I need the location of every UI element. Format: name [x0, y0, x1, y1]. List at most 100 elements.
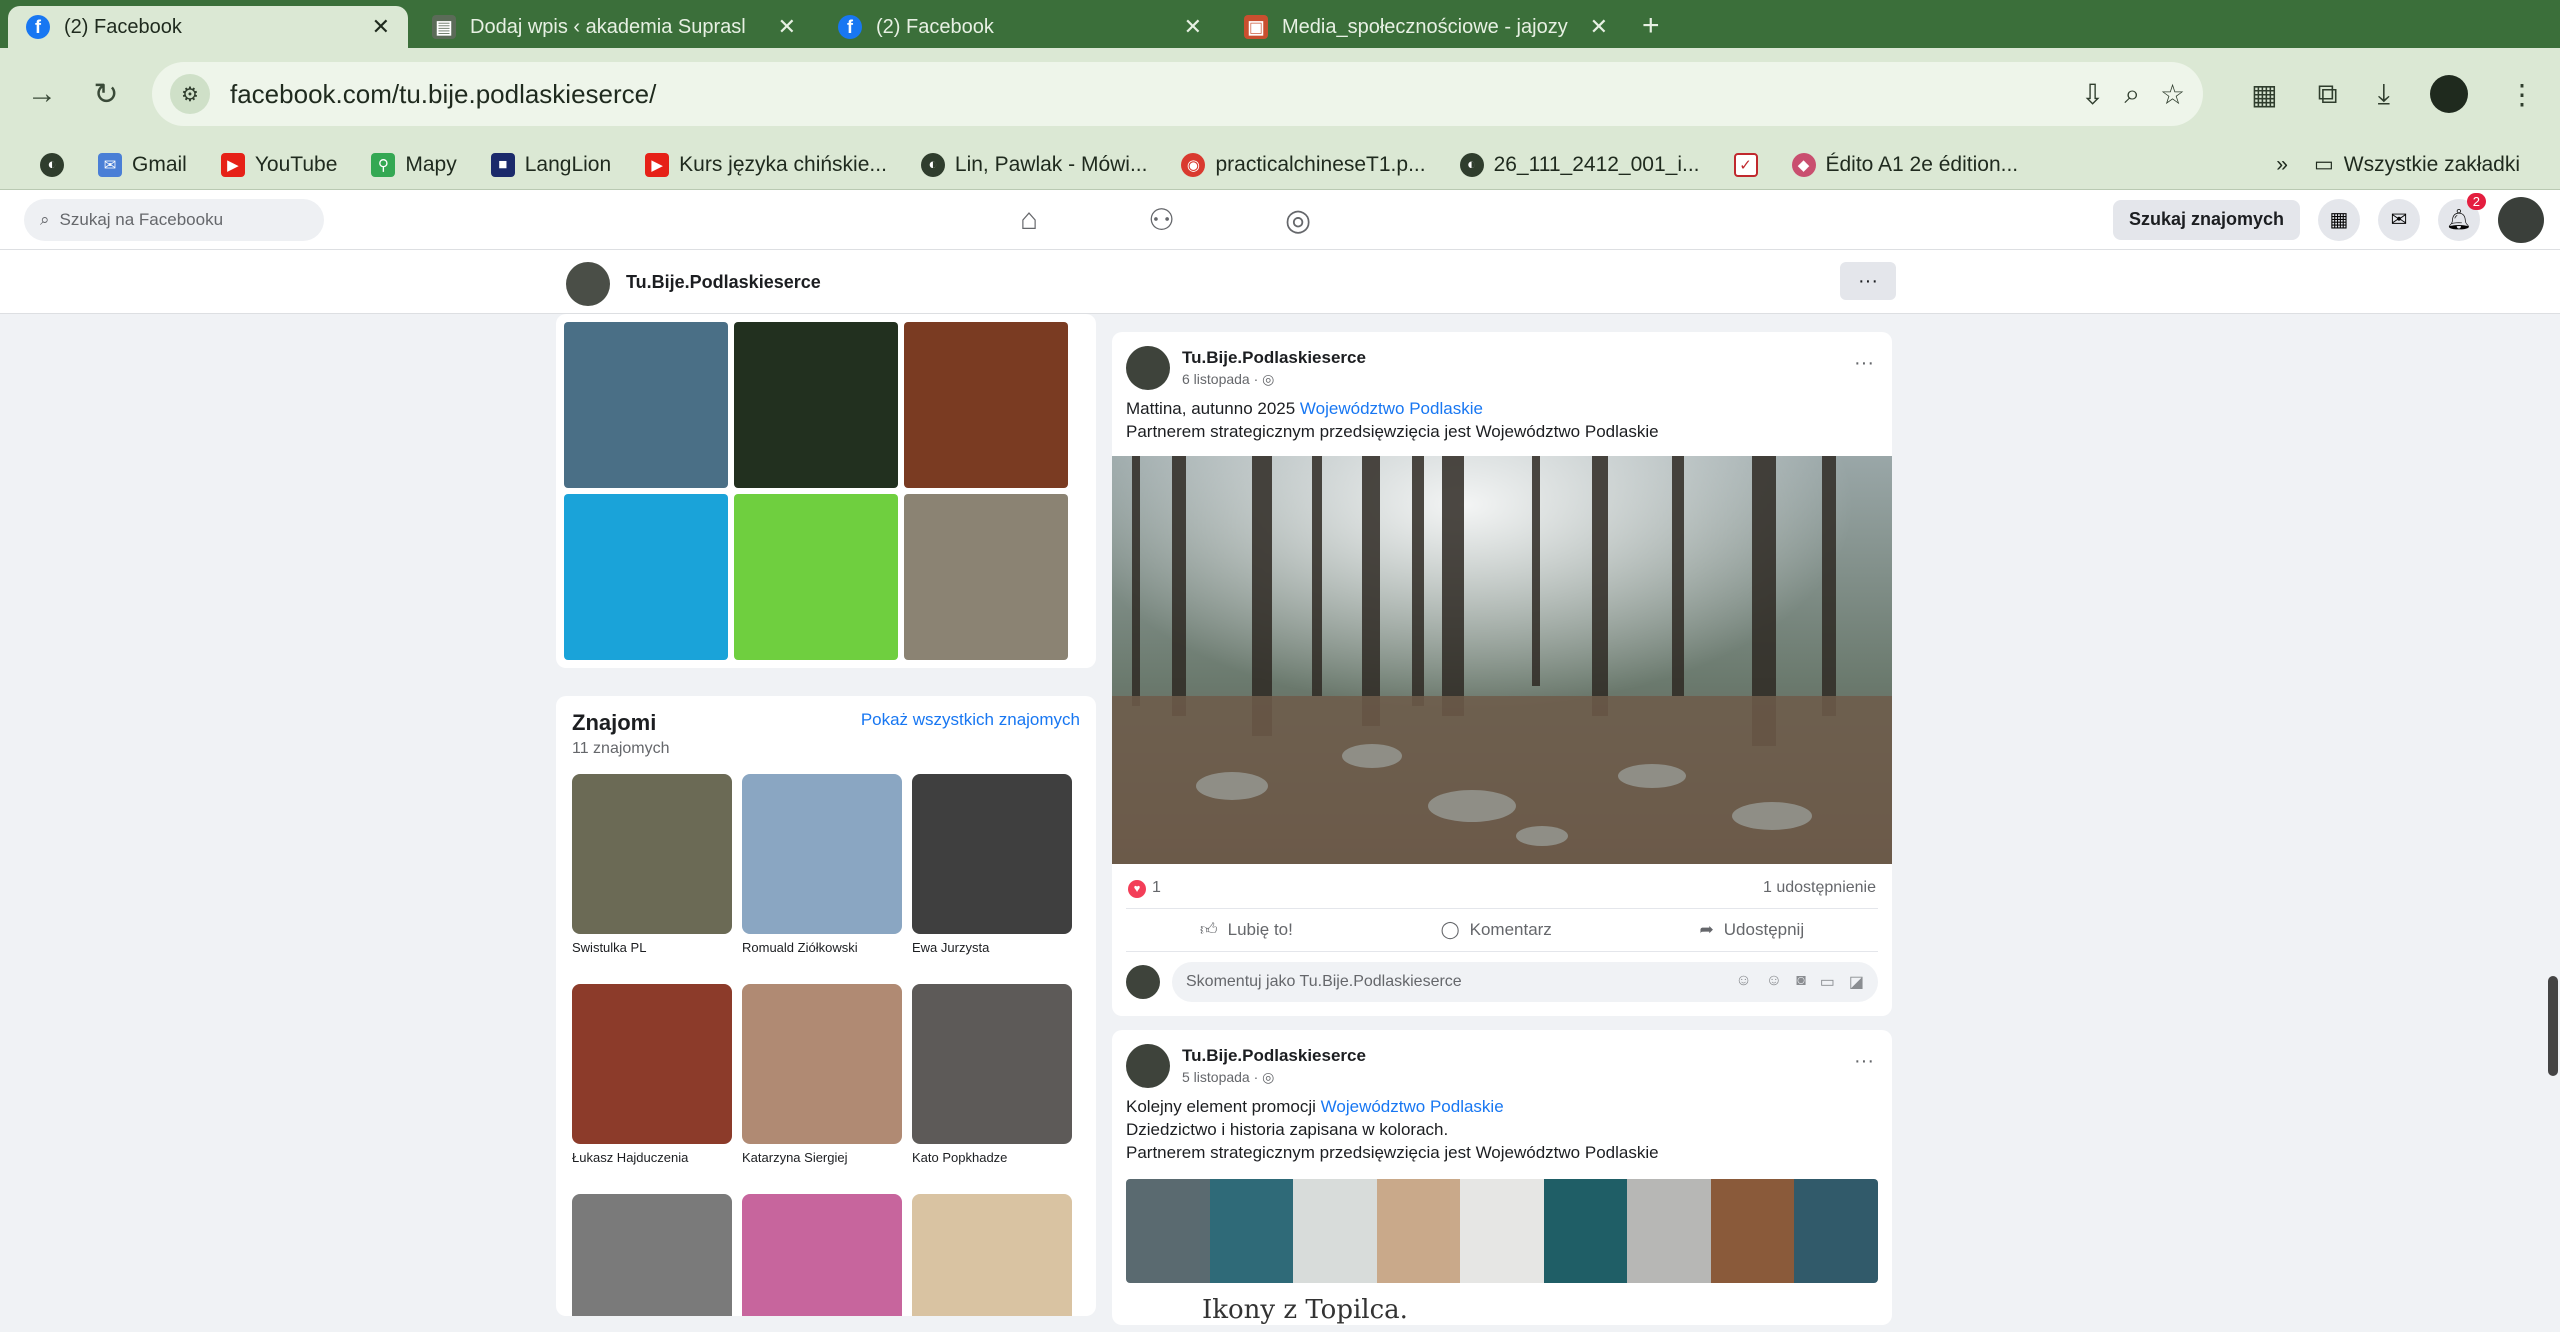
bookmark-globe[interactable]: ◐: [40, 152, 64, 177]
show-all-friends-link[interactable]: Pokaż wszystkich znajomych: [861, 710, 1080, 730]
install-app-icon[interactable]: ⇩: [2081, 78, 2104, 111]
close-icon[interactable]: ✕: [778, 14, 796, 40]
find-friends-button[interactable]: Szukaj znajomych: [2112, 199, 2300, 240]
post-date[interactable]: 5 listopada · ◎: [1182, 1069, 1366, 1086]
bookmark-practicalchinese[interactable]: ◉ practicalchineseT1.p...: [1181, 152, 1426, 177]
page-scrollbar[interactable]: [2548, 976, 2558, 1076]
bookmark-langlion[interactable]: ■ LangLion: [490, 152, 611, 177]
friend-name[interactable]: Ewa Jurzysta: [912, 940, 1072, 972]
friend-name[interactable]: Kato Popkhadze: [912, 1150, 1072, 1182]
page-avatar[interactable]: [566, 262, 610, 306]
friend-name[interactable]: Swistulka PL: [572, 940, 732, 972]
friend-photo[interactable]: [742, 774, 902, 934]
emoji-icon[interactable]: ☺: [1766, 972, 1782, 992]
close-icon[interactable]: ✕: [372, 14, 390, 40]
profile-avatar[interactable]: [2430, 75, 2468, 113]
bookmark-youtube[interactable]: ▶ YouTube: [220, 152, 337, 177]
bookmarks-overflow-button[interactable]: »: [2276, 153, 2288, 177]
bookmark-checkbox[interactable]: ✓: [1733, 152, 1758, 177]
friend-card[interactable]: Romuald Ziółkowski: [742, 774, 902, 972]
post-author[interactable]: Tu.Bije.Podlaskieserce: [1182, 348, 1366, 368]
notifications-bell-icon[interactable]: 🔔︎ 2: [2438, 192, 2486, 241]
photo-thumbnail[interactable]: [904, 494, 1068, 660]
friend-card[interactable]: Ewa Jurzysta: [912, 774, 1072, 972]
post-more-icon[interactable]: ···: [1854, 1050, 1874, 1073]
share-count[interactable]: 1 udostępnienie: [1763, 879, 1876, 898]
bookmark-star-icon[interactable]: ☆: [2160, 78, 2185, 111]
share-button[interactable]: ➦ Udostępnij: [1700, 920, 1805, 940]
groups-icon[interactable]: ◎: [1285, 203, 1311, 238]
friend-photo[interactable]: [572, 1194, 732, 1316]
friend-name[interactable]: Katarzyna Siergiej: [742, 1150, 902, 1182]
friend-photo[interactable]: [912, 1194, 1072, 1316]
comment-input[interactable]: Skomentuj jako Tu.Bije.Podlaskieserce ☺ …: [1172, 961, 1878, 1002]
gif-icon[interactable]: ▭: [1820, 972, 1835, 992]
address-bar[interactable]: ⚙ facebook.com/tu.bije.podlaskieserce/ ⇩…: [152, 62, 2204, 126]
post-mention-link[interactable]: Województwo Podlaskie: [1321, 1097, 1504, 1116]
friend-name[interactable]: Łukasz Hajduczenia: [572, 1150, 732, 1182]
tab-media[interactable]: ▣ Media_społecznościowe - jajozy ✕: [1226, 6, 1626, 48]
photo-thumbnail[interactable]: [904, 322, 1068, 488]
bookmark-mapy[interactable]: ⚲ Mapy: [371, 152, 457, 177]
friend-card[interactable]: Katarzyna Siergiej: [742, 984, 902, 1182]
url-text[interactable]: facebook.com/tu.bije.podlaskieserce/: [230, 79, 2061, 110]
like-button[interactable]: 👍︎ Lubię to!: [1200, 919, 1293, 940]
new-tab-button[interactable]: +: [1642, 6, 1660, 48]
reload-icon[interactable]: ↻: [88, 77, 124, 112]
bookmark-26-111[interactable]: ◐ 26_111_2412_001_i...: [1459, 152, 1700, 177]
post-author-avatar[interactable]: [1126, 1043, 1170, 1088]
close-icon[interactable]: ✕: [1184, 14, 1202, 40]
post-image-forest[interactable]: [1112, 455, 1892, 864]
tab-akademia[interactable]: ▤ Dodaj wpis ‹ akademia Suprasl ✕: [414, 6, 814, 48]
post-date[interactable]: 6 listopada · ◎: [1182, 371, 1366, 388]
site-info-icon[interactable]: ⚙: [170, 74, 210, 114]
post-more-icon[interactable]: ···: [1854, 352, 1874, 375]
friend-photo[interactable]: [912, 774, 1072, 934]
friend-name[interactable]: Romuald Ziółkowski: [742, 940, 902, 972]
home-icon[interactable]: ⌂: [1020, 203, 1038, 237]
account-avatar[interactable]: [2498, 196, 2544, 243]
page-name[interactable]: Tu.Bije.Podlaskieserce: [626, 272, 821, 293]
forward-icon[interactable]: →: [24, 77, 60, 111]
avatar-sticker-icon[interactable]: ☺: [1735, 972, 1751, 992]
facebook-search-input[interactable]: ⌕ Szukaj na Facebooku: [24, 198, 324, 241]
extensions-puzzle-icon[interactable]: ⧉: [2318, 78, 2338, 111]
post-author-avatar[interactable]: [1126, 346, 1170, 390]
bookmark-gmail[interactable]: ✉ Gmail: [98, 152, 187, 177]
reaction-count[interactable]: ♥ 1: [1128, 879, 1161, 898]
camera-icon[interactable]: ◙: [1796, 972, 1806, 992]
friends-icon[interactable]: ⚇: [1148, 203, 1175, 238]
sticker-icon[interactable]: ◪: [1849, 972, 1864, 992]
page-more-button[interactable]: ···: [1840, 262, 1896, 300]
friend-photo[interactable]: [572, 984, 732, 1144]
friend-photo[interactable]: [572, 774, 732, 934]
bookmark-kurs[interactable]: ▶ Kurs języka chińskie...: [645, 152, 887, 177]
friend-photo[interactable]: [912, 984, 1072, 1144]
comment-button[interactable]: ◯ Komentarz: [1441, 920, 1552, 940]
photo-thumbnail[interactable]: [734, 322, 898, 488]
friend-card[interactable]: [572, 1194, 732, 1316]
photo-thumbnail[interactable]: [734, 494, 898, 660]
post-mention-link[interactable]: Województwo Podlaskie: [1300, 399, 1483, 418]
tab-facebook-1[interactable]: f (2) Facebook ✕: [8, 6, 408, 48]
messenger-icon[interactable]: ✉: [2378, 198, 2420, 241]
download-icon[interactable]: ⤓: [2378, 78, 2390, 111]
friend-card[interactable]: Swistulka PL: [572, 774, 732, 972]
friend-photo[interactable]: [742, 984, 902, 1144]
zoom-icon[interactable]: ⌕: [2124, 78, 2140, 111]
friend-photo[interactable]: [742, 1194, 902, 1316]
friend-card[interactable]: [912, 1194, 1072, 1316]
bookmark-edito[interactable]: ◆ Édito A1 2e édition...: [1791, 152, 2018, 177]
friend-card[interactable]: [742, 1194, 902, 1316]
menu-icon[interactable]: ⋮: [2508, 78, 2536, 111]
extension-icon[interactable]: ▦: [2251, 78, 2277, 111]
friend-card[interactable]: Kato Popkhadze: [912, 984, 1072, 1182]
bookmark-lin-pawlak[interactable]: ◐ Lin, Pawlak - Mówi...: [920, 152, 1147, 177]
friend-card[interactable]: Łukasz Hajduczenia: [572, 984, 732, 1182]
photo-thumbnail[interactable]: [564, 494, 728, 660]
post-image-icons-strip[interactable]: [1126, 1178, 1878, 1283]
tab-facebook-2[interactable]: f (2) Facebook ✕: [820, 6, 1220, 48]
photo-thumbnail[interactable]: [564, 322, 728, 488]
menu-grid-icon[interactable]: ▦: [2318, 198, 2360, 241]
all-bookmarks-folder[interactable]: ▭ Wszystkie zakładki: [2314, 152, 2520, 177]
